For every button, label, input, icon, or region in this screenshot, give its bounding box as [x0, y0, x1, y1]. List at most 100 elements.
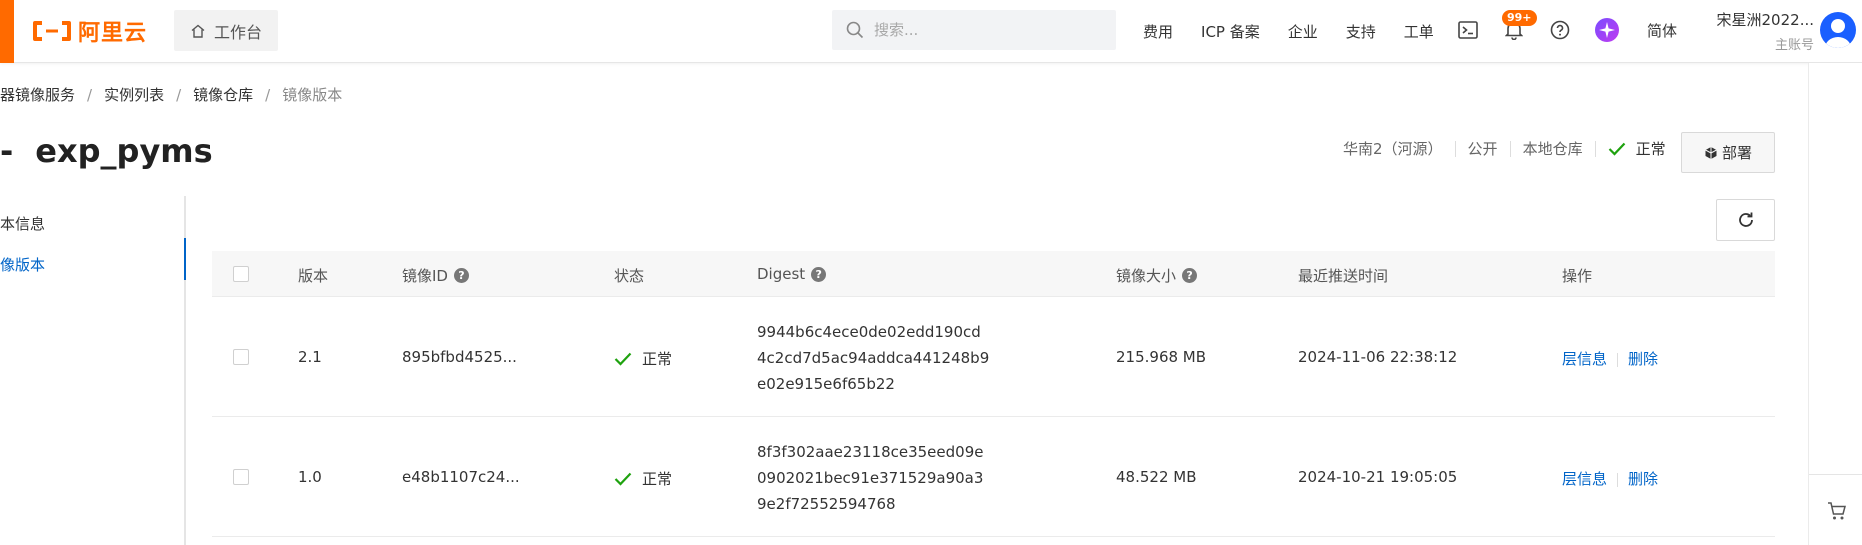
layer-info-link[interactable]: 层信息: [1562, 350, 1607, 368]
repo-type: 本地仓库: [1522, 140, 1583, 158]
row-status-label: 正常: [642, 470, 673, 488]
home-icon: [191, 24, 205, 38]
search-icon: [846, 21, 864, 39]
digest-line: 8f3f302aae23118ce35eed09e: [757, 443, 984, 461]
right-toolbar: [1808, 63, 1862, 545]
avatar[interactable]: [1820, 12, 1856, 48]
row-status: 正常: [614, 348, 672, 369]
action-divider: [1617, 352, 1619, 367]
rail-divider: [1809, 474, 1862, 475]
breadcrumb-separator: /: [176, 85, 182, 104]
table-row: 1.0 e48b1107c24... 正常 8f3f302aae23118ce3…: [212, 417, 1775, 537]
help-icon[interactable]: ?: [1182, 268, 1198, 283]
row-checkbox[interactable]: [233, 349, 249, 365]
avatar-icon: [1825, 19, 1851, 48]
row-image-id: 895bfbd4525...: [402, 348, 517, 366]
meta-divider: [1454, 140, 1456, 157]
notification-badge: 99+: [1502, 10, 1537, 26]
meta-divider: [1509, 140, 1511, 157]
breadcrumb-instances[interactable]: 实例列表: [104, 84, 164, 105]
brand-strip: [0, 0, 14, 63]
sidebar-item-basic-info[interactable]: 本信息: [0, 213, 45, 234]
help-icon[interactable]: ?: [811, 266, 827, 282]
digest-line: 9e2f72552594768: [757, 495, 896, 513]
layer-info-link[interactable]: 层信息: [1562, 470, 1607, 488]
nav-ticket[interactable]: 工单: [1404, 21, 1434, 42]
action-divider: [1617, 472, 1619, 487]
meta-divider: [1594, 140, 1596, 157]
top-navbar: 阿里云 工作台 费用 ICP 备案 企业 支持 工单 99+: [0, 0, 1862, 63]
workbench-button[interactable]: 工作台: [174, 10, 278, 51]
deploy-label: 部署: [1721, 144, 1752, 162]
page-title: - exp_pyms: [0, 132, 213, 170]
nav-enterprise[interactable]: 企业: [1288, 21, 1318, 42]
repository-name: exp_pyms: [35, 132, 213, 170]
nav-support[interactable]: 支持: [1346, 21, 1376, 42]
refresh-icon: [1738, 212, 1753, 227]
image-version-table: 版本 镜像ID ? 状态 Digest ? 镜像大小 ? 最近推送时间 操作 2…: [212, 251, 1775, 537]
row-digest: 8f3f302aae23118ce35eed09e 0902021bec91e3…: [757, 439, 983, 517]
breadcrumb-service[interactable]: 器镜像服务: [0, 84, 75, 105]
row-version: 1.0: [298, 468, 322, 486]
top-nav-links: 费用 ICP 备案 企业 支持 工单: [1143, 0, 1462, 63]
sidebar-item-image-versions[interactable]: 像版本: [0, 254, 45, 275]
row-pushed-at: 2024-10-21 19:05:05: [1298, 468, 1458, 486]
row-actions: 层信息 删除: [1562, 468, 1658, 489]
search-box[interactable]: [832, 10, 1116, 50]
digest-line: e02e915e6f65b22: [757, 375, 895, 393]
user-name: 宋星洲2022...: [1716, 11, 1814, 29]
breadcrumb-repositories[interactable]: 镜像仓库: [193, 84, 253, 105]
breadcrumb-separator: /: [265, 85, 271, 104]
column-image-id-label: 镜像ID: [402, 267, 448, 285]
delete-link[interactable]: 删除: [1628, 350, 1658, 368]
cart-icon: [1828, 502, 1846, 520]
row-size: 215.968 MB: [1116, 348, 1207, 366]
nav-billing[interactable]: 费用: [1143, 21, 1173, 42]
column-size-label: 镜像大小: [1116, 267, 1177, 285]
row-status: 正常: [614, 468, 672, 489]
search-input[interactable]: [874, 21, 1094, 39]
digest-line: 9944b6c4ece0de02edd190cd: [757, 323, 981, 341]
deploy-icon: [1705, 146, 1717, 159]
sidebar-active-indicator: [184, 238, 186, 280]
table-header: 版本 镜像ID ? 状态 Digest ? 镜像大小 ? 最近推送时间 操作: [212, 251, 1775, 297]
row-checkbox[interactable]: [233, 469, 249, 485]
repo-visibility: 公开: [1467, 140, 1498, 158]
refresh-button[interactable]: [1716, 199, 1775, 241]
workbench-label: 工作台: [213, 22, 262, 42]
row-status-label: 正常: [642, 350, 673, 368]
cart-button[interactable]: [1827, 501, 1847, 525]
column-actions: 操作: [1562, 267, 1593, 285]
column-pushed-at: 最近推送时间: [1298, 267, 1389, 285]
table-row: 2.1 895bfbd4525... 正常 9944b6c4ece0de02ed…: [212, 297, 1775, 417]
delete-link[interactable]: 删除: [1628, 470, 1658, 488]
aliyun-logo-icon: [33, 21, 71, 41]
user-account[interactable]: 宋星洲2022... 主账号: [1706, 9, 1814, 53]
repo-region: 华南2（河源）: [1343, 140, 1443, 158]
help-button[interactable]: [1548, 18, 1572, 42]
breadcrumb-separator: /: [87, 85, 93, 104]
check-icon: [614, 352, 632, 366]
row-actions: 层信息 删除: [1562, 348, 1658, 369]
terminal-icon: [1458, 21, 1478, 39]
row-version: 2.1: [298, 348, 322, 366]
digest-line: 4c2cd7d5ac94addca441248b9: [757, 349, 990, 367]
ai-assistant-button[interactable]: [1595, 18, 1619, 42]
select-all-checkbox[interactable]: [233, 266, 249, 282]
back-dash[interactable]: -: [0, 132, 13, 170]
brand-name: 阿里云: [78, 21, 148, 46]
language-switch[interactable]: 简体: [1647, 20, 1677, 41]
column-digest-label: Digest: [757, 265, 806, 283]
digest-line: 0902021bec91e371529a90a3: [757, 469, 984, 487]
row-image-id: e48b1107c24...: [402, 468, 520, 486]
aliyun-logo[interactable]: 阿里云: [32, 16, 147, 46]
column-digest: Digest ?: [757, 265, 827, 283]
nav-icp[interactable]: ICP 备案: [1201, 21, 1260, 42]
deploy-button[interactable]: 部署: [1681, 132, 1775, 173]
terminal-button[interactable]: [1456, 18, 1480, 42]
breadcrumb: 器镜像服务 / 实例列表 / 镜像仓库 / 镜像版本: [0, 84, 342, 105]
repo-status: 正常: [1608, 138, 1666, 159]
help-icon[interactable]: ?: [453, 268, 469, 283]
column-version: 版本: [298, 267, 329, 285]
column-image-id: 镜像ID ?: [402, 265, 469, 286]
